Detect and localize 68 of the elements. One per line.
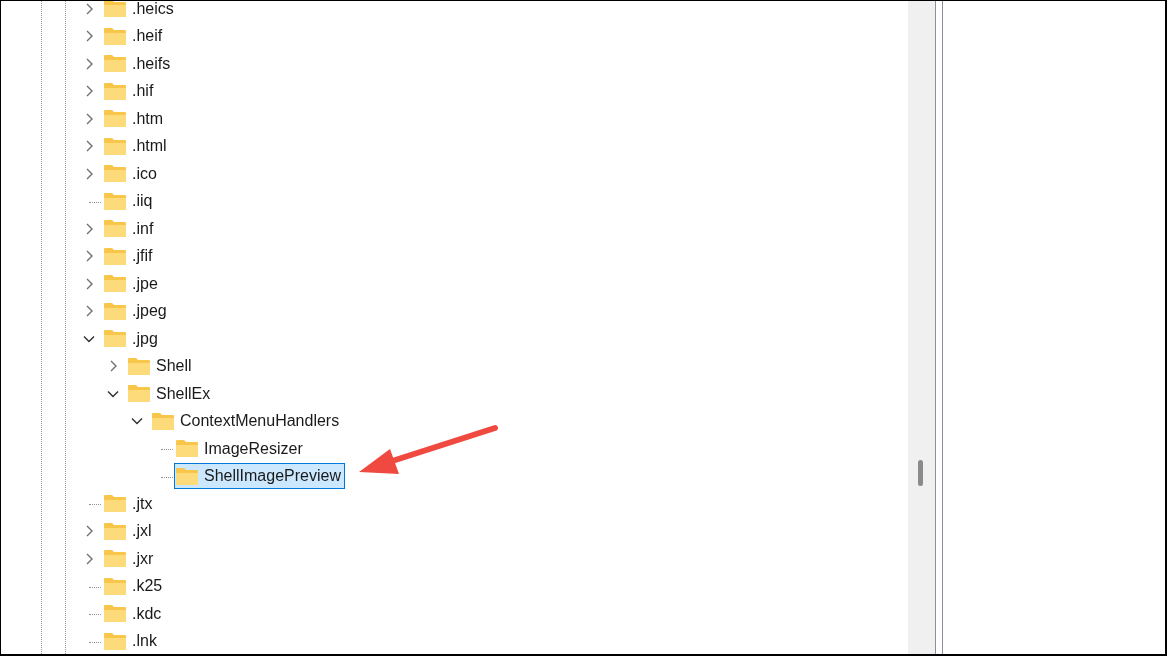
chevron-down-icon[interactable] [83, 333, 95, 344]
tree-item[interactable]: .lnk [102, 628, 161, 654]
chevron-right-icon[interactable] [84, 552, 94, 565]
folder-icon [104, 550, 126, 568]
folder-icon [104, 522, 126, 540]
tree-item[interactable]: .jfif [102, 243, 157, 270]
tree-item[interactable]: .jtx [102, 490, 157, 517]
tree-item[interactable]: .k25 [102, 573, 167, 600]
folder-icon [128, 357, 150, 375]
folder-icon [104, 495, 126, 513]
chevron-right-icon[interactable] [84, 525, 94, 538]
tree-item[interactable]: .kdc [102, 600, 166, 627]
selected-tree-item[interactable]: ShellImagePreview [174, 463, 345, 490]
scrollbar[interactable] [908, 1, 935, 654]
tree-item[interactable]: .ico [102, 160, 161, 187]
folder-icon [104, 632, 126, 650]
chevron-right-icon[interactable] [84, 140, 94, 153]
chevron-right-icon[interactable] [84, 57, 94, 70]
folder-icon [176, 467, 198, 485]
chevron-right-icon[interactable] [84, 222, 94, 235]
chevron-right-icon[interactable] [84, 30, 94, 43]
chevron-down-icon[interactable] [131, 416, 143, 427]
folder-icon [152, 412, 174, 430]
chevron-right-icon[interactable] [84, 167, 94, 180]
folder-icon [104, 247, 126, 265]
tree-item[interactable]: .jpg [102, 325, 162, 352]
folder-icon [104, 275, 126, 293]
folder-icon [104, 330, 126, 348]
tree-item[interactable]: .heics [102, 1, 178, 22]
folder-icon [128, 385, 150, 403]
splitter[interactable] [935, 1, 943, 654]
folder-icon [104, 302, 126, 320]
tree-item[interactable]: .heifs [102, 50, 175, 77]
chevron-right-icon[interactable] [84, 112, 94, 125]
chevron-right-icon[interactable] [108, 360, 118, 373]
chevron-right-icon[interactable] [84, 305, 94, 318]
tree-item[interactable]: .jxr [102, 545, 158, 572]
tree-item[interactable]: .jxl [102, 518, 156, 545]
folder-icon [104, 220, 126, 238]
folder-icon [104, 110, 126, 128]
tree-item[interactable]: .html [102, 133, 171, 160]
tree-item[interactable]: .htm [102, 105, 168, 132]
folder-icon [104, 55, 126, 73]
tree-item[interactable]: .hif [102, 78, 158, 105]
tree-item[interactable]: Shell [126, 353, 196, 380]
chevron-down-icon[interactable] [107, 388, 119, 399]
folder-icon [104, 137, 126, 155]
tree-item[interactable]: ShellEx [126, 380, 215, 407]
tree-item[interactable]: .heif [102, 23, 167, 50]
tree-item[interactable]: ContextMenuHandlers [150, 408, 344, 435]
chevron-right-icon[interactable] [84, 85, 94, 98]
folder-icon [104, 605, 126, 623]
folder-icon [104, 165, 126, 183]
folder-icon [104, 577, 126, 595]
folder-icon [176, 440, 198, 458]
folder-icon [104, 82, 126, 100]
folder-icon [104, 27, 126, 45]
tree-item[interactable]: .jpe [102, 270, 162, 297]
chevron-right-icon[interactable] [84, 250, 94, 263]
chevron-right-icon[interactable] [84, 277, 94, 290]
tree-item[interactable]: .iiq [102, 188, 157, 215]
folder-icon [104, 1, 126, 18]
tree-item[interactable]: ImageResizer [174, 435, 307, 462]
scrollbar-thumb[interactable] [918, 460, 923, 486]
tree-item[interactable]: .jpeg [102, 298, 171, 325]
folder-icon [104, 192, 126, 210]
chevron-right-icon[interactable] [84, 2, 94, 15]
tree-item[interactable]: .inf [102, 215, 158, 242]
